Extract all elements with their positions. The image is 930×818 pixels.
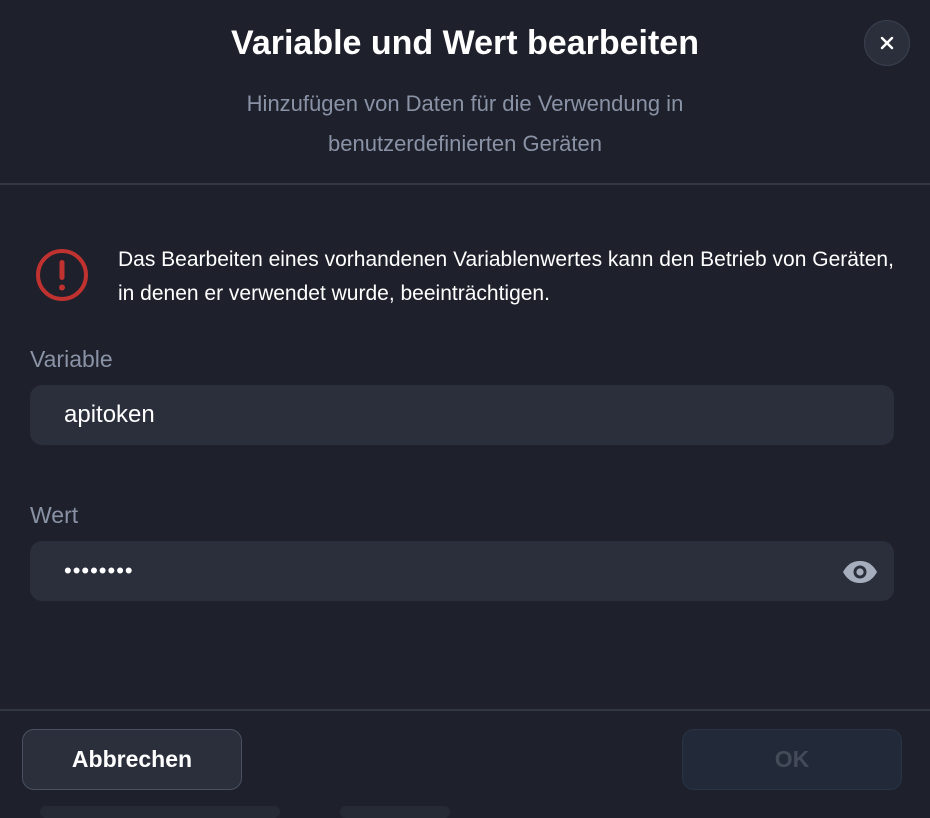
ok-button[interactable]: OK xyxy=(682,729,902,790)
variable-input[interactable] xyxy=(30,385,894,445)
warning-circle-icon xyxy=(36,249,88,301)
value-input[interactable] xyxy=(30,541,894,601)
warning-text: Das Bearbeiten eines vorhandenen Variabl… xyxy=(118,248,894,305)
background-element xyxy=(340,806,450,818)
cancel-button[interactable]: Abbrechen xyxy=(22,729,242,790)
eye-icon xyxy=(843,561,877,583)
variable-label: Variable xyxy=(30,346,113,372)
background-element xyxy=(40,806,280,818)
dialog-header: Variable und Wert bearbeiten Hinzufügen … xyxy=(0,0,930,185)
warning-message: Das Bearbeiten eines vorhandenen Variabl… xyxy=(34,243,904,313)
dialog-subtitle: Hinzufügen von Daten für die Verwendung … xyxy=(246,91,684,156)
close-button[interactable] xyxy=(864,20,910,66)
value-label: Wert xyxy=(30,502,79,528)
edit-variable-dialog: Variable und Wert bearbeiten Hinzufügen … xyxy=(0,0,930,818)
dialog-title: Variable und Wert bearbeiten xyxy=(231,24,699,62)
toggle-visibility-button[interactable] xyxy=(838,552,882,592)
close-icon xyxy=(880,36,894,50)
